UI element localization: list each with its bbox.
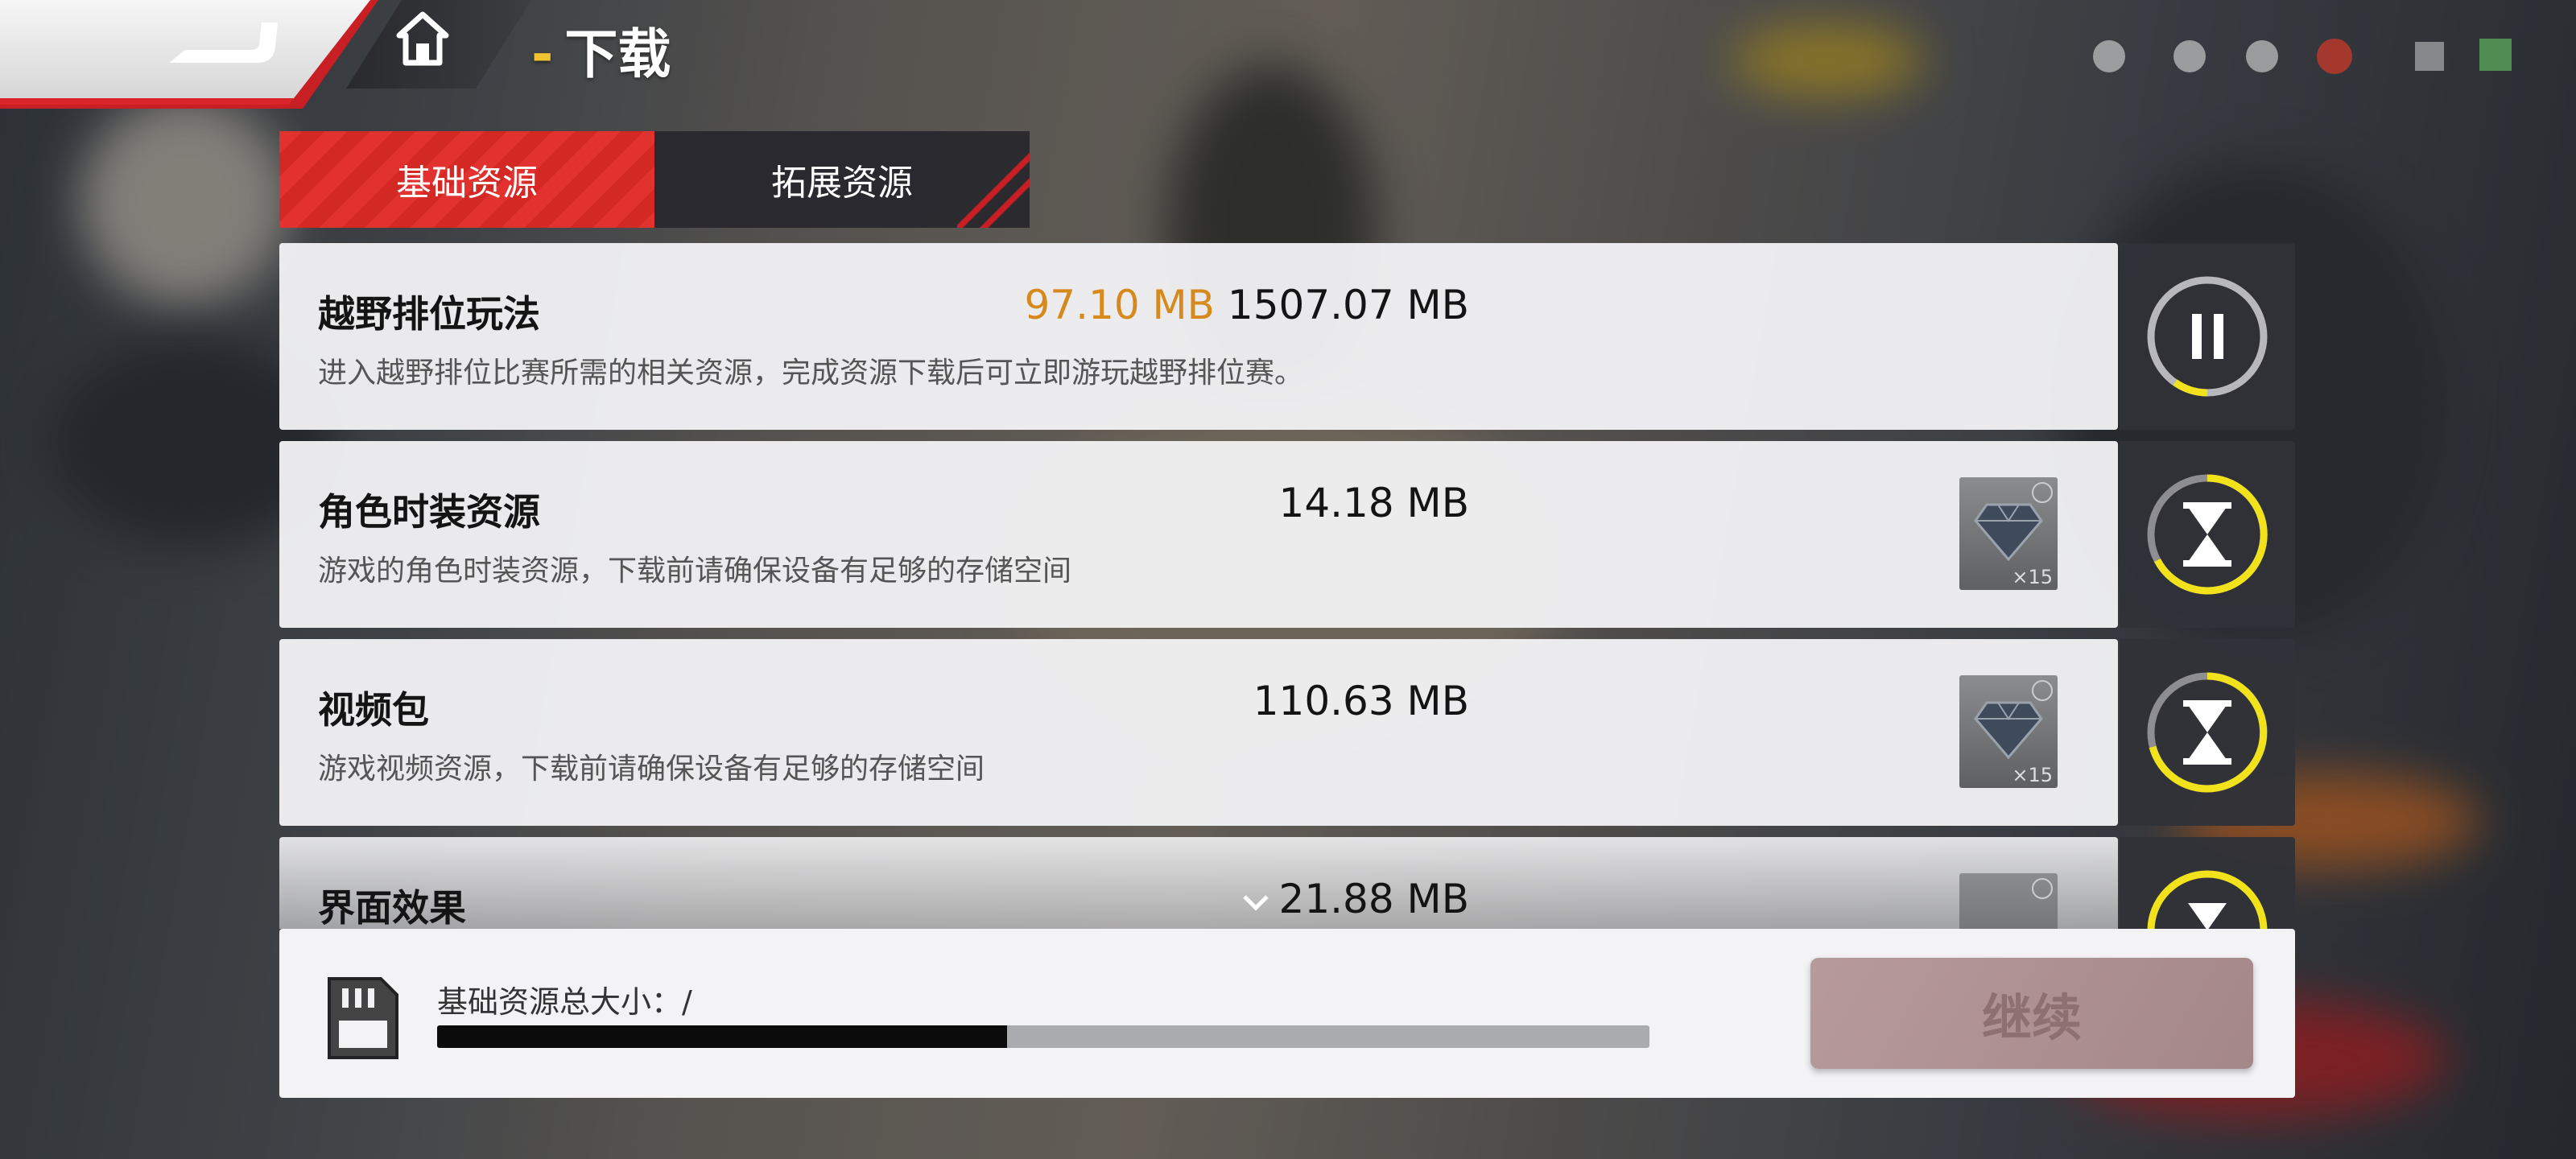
download-list[interactable]: 越野排位玩法 97.10 MB 1507.07 MB 进入越野排位比赛所需的相关… — [279, 243, 2295, 929]
total-size-label: 基础资源总大小：/ — [437, 984, 692, 1020]
tab-extended-resources[interactable]: 拓展资源 — [654, 131, 1030, 228]
queued-button[interactable] — [2120, 639, 2295, 826]
list-item: 越野排位玩法 97.10 MB 1507.07 MB 进入越野排位比赛所需的相关… — [279, 243, 2295, 430]
item-name: 角色时装资源 — [318, 490, 540, 534]
download-summary-panel: 基础资源总大小：/ 继续 — [279, 929, 2295, 1098]
item-size: 21.88 MB — [1242, 876, 1469, 922]
queued-button[interactable] — [2120, 837, 2295, 929]
sd-card-icon — [328, 977, 398, 1059]
pause-button[interactable] — [2120, 243, 2295, 430]
list-item: 视频包 110.63 MB 游戏视频资源，下载前请确保设备有足够的存储空间 ×1… — [279, 639, 2295, 826]
item-description: 游戏的角色时装资源，下载前请确保设备有足够的存储空间 — [318, 555, 1072, 588]
tab-basic-resources[interactable]: 基础资源 — [279, 131, 654, 228]
top-bar: - 下载 — [0, 0, 724, 109]
item-card: 越野排位玩法 97.10 MB 1507.07 MB 进入越野排位比赛所需的相关… — [279, 243, 2118, 430]
list-item: 角色时装资源 14.18 MB 游戏的角色时装资源，下载前请确保设备有足够的存储… — [279, 441, 2295, 628]
total-progress-bar — [437, 1025, 1649, 1048]
back-arrow-icon — [169, 23, 278, 63]
list-item: 界面效果 21.88 MB — [279, 837, 2295, 929]
reward-thumbnail: ×15 — [1959, 675, 2058, 788]
hourglass-icon — [2147, 672, 2268, 793]
item-description: 游戏视频资源，下载前请确保设备有足够的存储空间 — [318, 753, 985, 786]
diamond-icon — [1974, 701, 2043, 759]
total-progress-fill — [437, 1025, 1007, 1048]
item-size: 14.18 MB — [1278, 480, 1469, 526]
reward-thumbnail: ×15 — [1959, 477, 2058, 590]
item-size: 110.63 MB — [1253, 678, 1469, 724]
item-card: 界面效果 21.88 MB — [279, 837, 2118, 929]
item-downloaded: 97.10 MB — [1024, 282, 1215, 328]
item-card: 角色时装资源 14.18 MB 游戏的角色时装资源，下载前请确保设备有足够的存储… — [279, 441, 2118, 628]
top-right-icons — [2077, 24, 2528, 89]
queued-button[interactable] — [2120, 441, 2295, 628]
diamond-icon — [1974, 503, 2043, 561]
hourglass-icon — [2147, 474, 2268, 595]
claimed-check-icon — [2032, 680, 2053, 701]
pause-icon — [2147, 276, 2268, 397]
item-name: 视频包 — [318, 688, 429, 732]
reward-quantity: ×15 — [2012, 566, 2053, 588]
item-total-size: 1507.07 MB — [1227, 282, 1469, 328]
page-title: - 下载 — [531, 11, 671, 89]
continue-button[interactable]: 继续 — [1810, 958, 2253, 1069]
claimed-check-icon — [2032, 878, 2053, 899]
hourglass-icon — [2147, 870, 2268, 929]
chevron-down-icon[interactable] — [1242, 894, 1269, 910]
reward-quantity: ×15 — [2012, 764, 2053, 786]
item-description: 进入越野排位比赛所需的相关资源，完成资源下载后可立即游玩越野排位赛。 — [318, 357, 1304, 390]
item-size: 97.10 MB 1507.07 MB — [1025, 282, 1470, 328]
title-text: 下载 — [564, 23, 671, 85]
resource-tabs: 基础资源 拓展资源 — [279, 131, 1030, 228]
item-name: 界面效果 — [318, 886, 466, 929]
item-total-size: 21.88 MB — [1278, 876, 1469, 922]
item-card: 视频包 110.63 MB 游戏视频资源，下载前请确保设备有足够的存储空间 ×1… — [279, 639, 2118, 826]
claimed-check-icon — [2032, 482, 2053, 503]
title-dash: - — [531, 23, 554, 85]
item-name: 越野排位玩法 — [318, 292, 540, 336]
reward-thumbnail — [1959, 873, 2058, 929]
home-icon — [396, 11, 449, 66]
